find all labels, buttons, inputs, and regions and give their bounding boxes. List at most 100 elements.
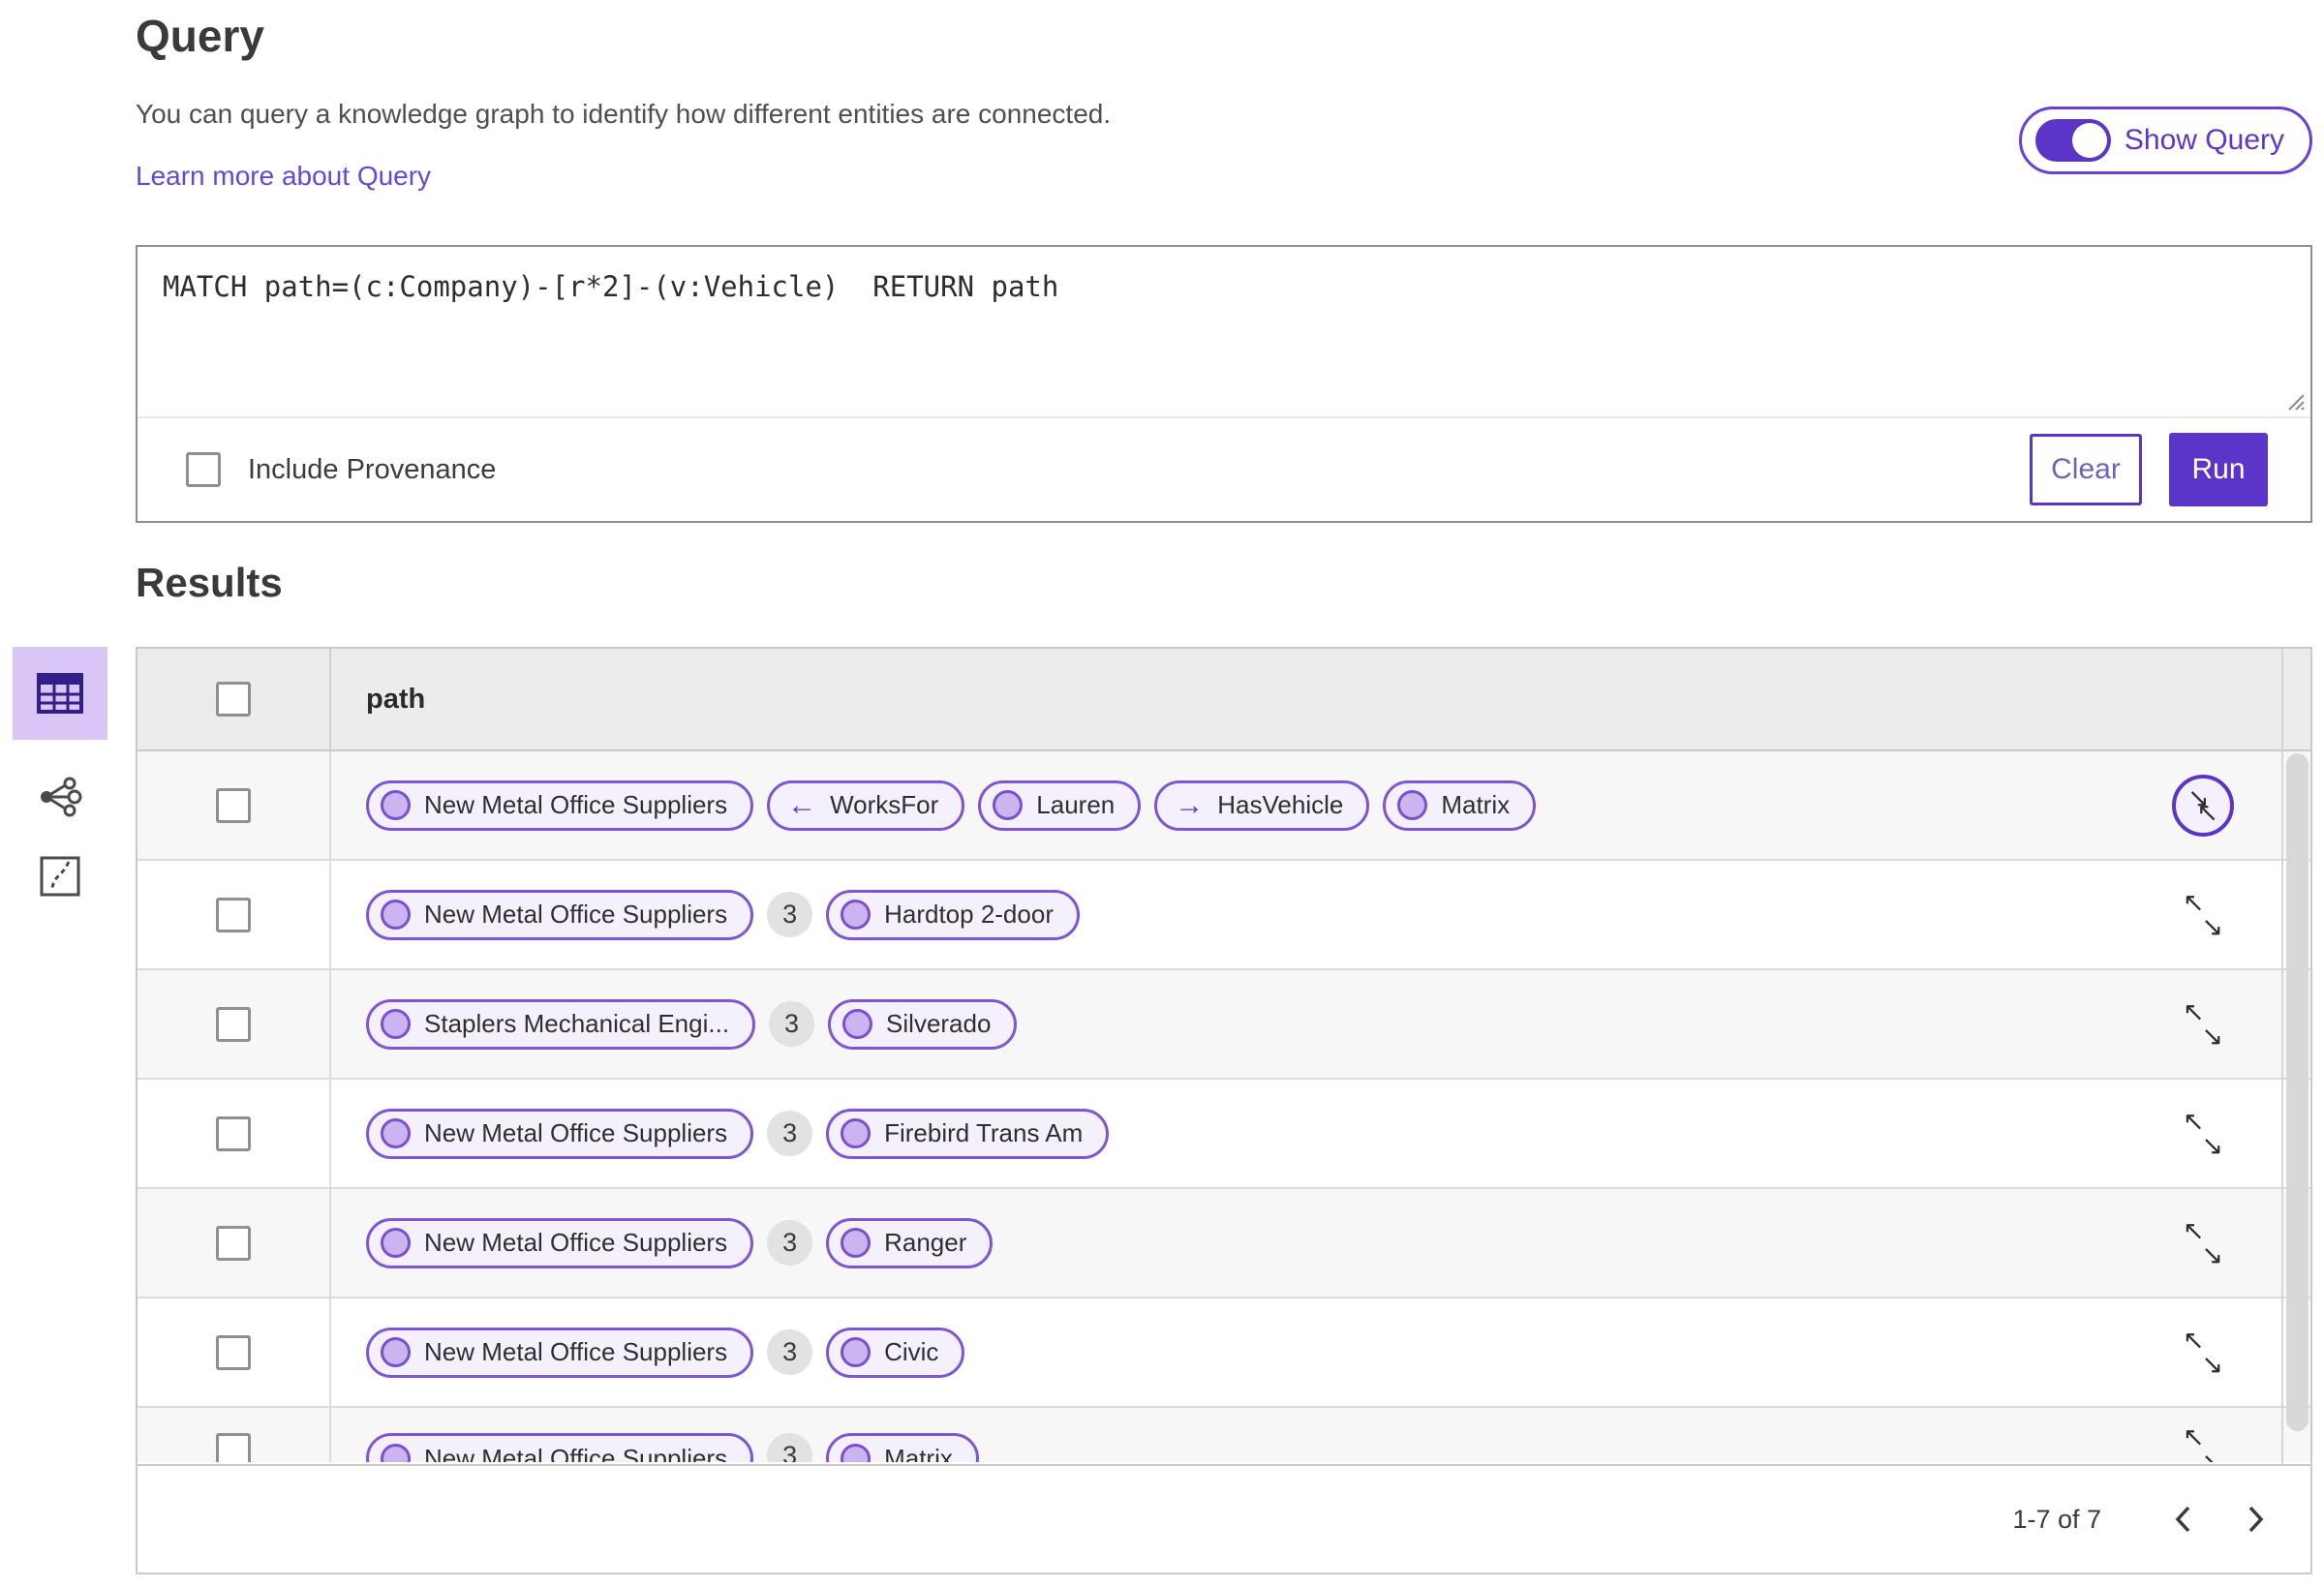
node-chip[interactable]: Matrix xyxy=(826,1433,979,1462)
expand-row-icon[interactable]: ↖ ↘ xyxy=(2181,997,2225,1052)
table-view-button[interactable] xyxy=(13,647,107,740)
node-label: Lauren xyxy=(1036,790,1116,819)
node-label: New Metal Office Suppliers xyxy=(424,1118,728,1147)
node-circle-icon xyxy=(841,1443,872,1462)
run-button[interactable]: Run xyxy=(2169,433,2268,506)
query-editor-wrap: MATCH path=(c:Company)-[r*2]-(v:Vehicle)… xyxy=(138,247,2310,418)
table-row: New Metal Office Suppliers 3 Hardtop 2-doo… xyxy=(138,861,2310,970)
row-checkbox-cell xyxy=(138,861,331,968)
main-content: Query You can query a knowledge graph to… xyxy=(136,0,2314,1588)
node-chip[interactable]: New Metal Office Suppliers xyxy=(366,779,754,831)
node-chip[interactable]: New Metal Office Suppliers xyxy=(366,889,754,940)
clear-button[interactable]: Clear xyxy=(2030,434,2142,505)
row-select-checkbox[interactable] xyxy=(216,1433,251,1462)
page-description: You can query a knowledge graph to ident… xyxy=(136,99,1112,129)
query-input[interactable]: MATCH path=(c:Company)-[r*2]-(v:Vehicle)… xyxy=(138,247,2310,416)
select-all-checkbox[interactable] xyxy=(216,682,251,717)
pagination-next-button[interactable] xyxy=(2219,1490,2293,1548)
table-row: New Metal Office Suppliers 3 Firebird Tran… xyxy=(138,1080,2310,1189)
learn-more-link[interactable]: Learn more about Query xyxy=(136,161,431,192)
table-row: Staplers Mechanical Engi... 3 Silverado ↖ ↘ xyxy=(138,970,2310,1080)
map-view-icon xyxy=(40,856,80,897)
node-chip[interactable]: Ranger xyxy=(826,1217,994,1268)
table-row: New Metal Office Suppliers 3 Civic ↖ ↘ xyxy=(138,1298,2310,1408)
scrollbar-thumb[interactable] xyxy=(2286,753,2309,1431)
row-select-checkbox[interactable] xyxy=(216,1334,251,1370)
pagination-prev-button[interactable] xyxy=(2146,1490,2219,1548)
diag-arrow-icon: ↘ xyxy=(2201,1447,2223,1462)
chevron-left-icon xyxy=(2175,1506,2190,1533)
expand-row-icon[interactable]: ↖ ↘ xyxy=(2181,1326,2225,1380)
collapse-row-icon[interactable]: ↘ ↖ xyxy=(2172,774,2234,837)
pagination-range: 1-7 of 7 xyxy=(2012,1504,2101,1534)
toggle-knob xyxy=(2071,123,2107,158)
expand-cell: ↖ ↘ xyxy=(2140,1408,2266,1462)
node-label: New Metal Office Suppliers xyxy=(424,900,728,929)
show-query-label: Show Query xyxy=(2124,124,2284,156)
expand-row-icon[interactable]: ↖ ↘ xyxy=(2181,888,2225,942)
row-select-checkbox[interactable] xyxy=(216,1115,251,1151)
diag-arrow-icon: ↘ xyxy=(2201,1240,2223,1270)
node-label: New Metal Office Suppliers xyxy=(424,790,728,819)
node-label: Matrix xyxy=(1441,790,1511,819)
expand-row-icon[interactable]: ↖ ↘ xyxy=(2181,1216,2225,1270)
node-chip[interactable]: Lauren xyxy=(978,779,1142,831)
table-header-row: path xyxy=(138,649,2310,751)
expand-cell: ↘ ↖ xyxy=(2140,751,2266,859)
vertical-scrollbar xyxy=(2281,649,2310,1464)
page-title: Query xyxy=(136,11,264,61)
expand-cell: ↖ ↘ xyxy=(2140,970,2266,1078)
node-circle-icon xyxy=(993,790,1024,820)
results-table-body: New Metal Office Suppliers ← WorksFor Laure… xyxy=(138,751,2310,1462)
arrow-left-icon: ← xyxy=(787,788,817,821)
node-chip[interactable]: New Metal Office Suppliers xyxy=(366,1108,754,1159)
edge-chip[interactable]: ← WorksFor xyxy=(767,779,965,831)
node-chip[interactable]: New Metal Office Suppliers xyxy=(366,1327,754,1378)
node-circle-icon xyxy=(841,1337,872,1367)
header-checkbox-cell xyxy=(138,649,331,749)
graph-view-button[interactable] xyxy=(13,775,107,819)
row-select-checkbox[interactable] xyxy=(216,897,251,932)
node-chip[interactable]: Matrix xyxy=(1383,779,1537,831)
path-cell: New Metal Office Suppliers 3 Civic xyxy=(331,1298,2140,1406)
node-circle-icon xyxy=(841,1118,872,1148)
map-view-button[interactable] xyxy=(13,854,107,899)
expand-row-icon[interactable]: ↖ ↘ xyxy=(2181,1422,2225,1462)
diag-arrow-icon: ↖ xyxy=(2196,798,2218,828)
node-chip[interactable]: New Metal Office Suppliers xyxy=(366,1217,754,1268)
table-row: New Metal Office Suppliers 3 Matrix ↖ ↘ xyxy=(138,1408,2310,1462)
table-row: New Metal Office Suppliers 3 Ranger ↖ ↘ xyxy=(138,1189,2310,1298)
query-actions-bar: Include Provenance Clear Run xyxy=(138,418,2310,521)
row-select-checkbox[interactable] xyxy=(216,1225,251,1261)
node-chip[interactable]: New Metal Office Suppliers xyxy=(366,1433,754,1462)
node-circle-icon xyxy=(381,790,411,820)
toggle-switch-icon[interactable] xyxy=(2034,119,2111,162)
diag-arrow-icon: ↘ xyxy=(2201,1350,2223,1380)
hop-count-badge: 3 xyxy=(767,1433,813,1462)
node-chip[interactable]: Staplers Mechanical Engi... xyxy=(366,998,756,1050)
node-circle-icon xyxy=(381,900,411,930)
table-row: New Metal Office Suppliers ← WorksFor Laure… xyxy=(138,751,2310,861)
node-chip[interactable]: Civic xyxy=(826,1327,965,1378)
node-label: Hardtop 2-door xyxy=(884,900,1054,929)
path-cell: New Metal Office Suppliers ← WorksFor Laure… xyxy=(331,751,2140,859)
diag-arrow-icon: ↘ xyxy=(2201,912,2223,942)
node-chip[interactable]: Silverado xyxy=(828,998,1018,1050)
edge-label: WorksFor xyxy=(830,790,939,819)
show-query-toggle[interactable]: Show Query xyxy=(2018,107,2312,174)
node-chip[interactable]: Firebird Trans Am xyxy=(826,1108,1110,1159)
row-select-checkbox[interactable] xyxy=(216,1006,251,1042)
row-select-checkbox[interactable] xyxy=(216,787,251,823)
edge-chip[interactable]: → HasVehicle xyxy=(1154,779,1370,831)
node-circle-icon xyxy=(381,1118,411,1148)
row-checkbox-cell xyxy=(138,970,331,1078)
path-cell: New Metal Office Suppliers 3 Hardtop 2-doo… xyxy=(331,861,2140,968)
node-label: Civic xyxy=(884,1337,939,1366)
expand-row-icon[interactable]: ↖ ↘ xyxy=(2181,1107,2225,1161)
hop-count-badge: 3 xyxy=(767,1220,813,1266)
node-circle-icon xyxy=(381,1228,411,1258)
include-provenance-checkbox[interactable] xyxy=(186,452,221,487)
diag-arrow-icon: ↘ xyxy=(2201,1022,2223,1052)
include-provenance-label: Include Provenance xyxy=(248,453,497,485)
node-chip[interactable]: Hardtop 2-door xyxy=(826,889,1080,940)
